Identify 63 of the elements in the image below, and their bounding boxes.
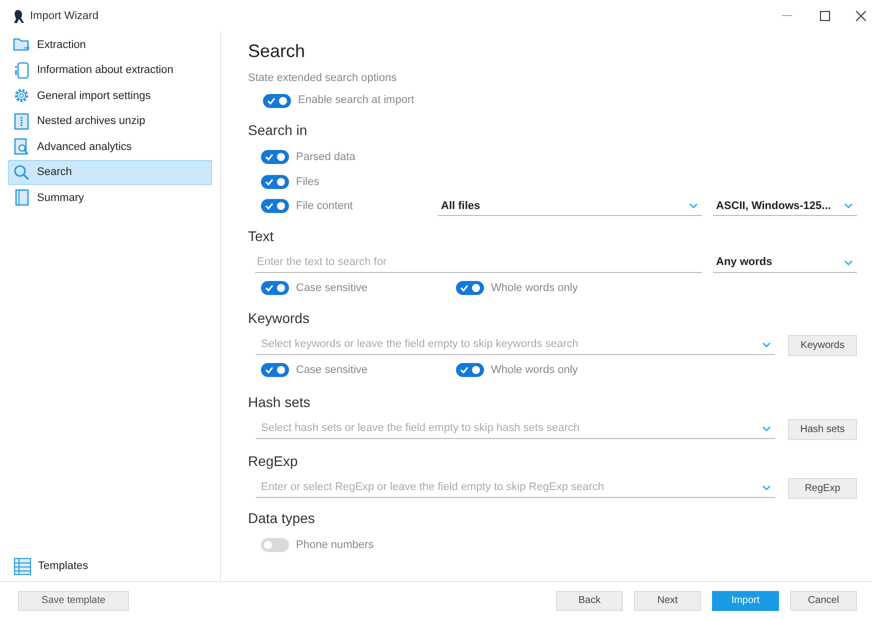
toggle-label: Files [296,174,320,190]
chevron-down-icon [762,426,771,432]
toggle-label: Whole words only [491,280,578,296]
toggle-label: Case sensitive [296,280,368,296]
section-heading: RegExp [248,452,299,471]
dropdown[interactable]: All files [438,196,702,216]
window-title: Import Wizard [30,8,98,24]
chevron-down-icon [844,202,853,209]
toggle-label: Enable search at import [298,93,414,108]
document-search-icon [13,138,30,156]
toggle-label: File content [296,199,353,214]
chevron-down-icon [689,202,698,209]
page-title: Search [248,40,306,63]
search-icon [13,164,30,181]
close-icon[interactable] [856,11,866,21]
sidebar-item[interactable]: Nested archives unzip [8,108,212,134]
section-button[interactable]: Hash sets [788,418,857,440]
toggle-switch[interactable] [261,174,289,189]
list-icon [14,558,31,574]
sidebar-item[interactable]: Information about extraction [8,58,212,83]
chevron-down-icon [844,260,853,266]
toggle-label: Case sensitive [296,362,368,378]
section-button[interactable]: RegExp [788,478,857,498]
toggle-switch[interactable] [456,281,484,295]
toggle-switch[interactable] [261,281,289,295]
toggle-switch[interactable] [261,538,289,552]
section-button[interactable]: Keywords [788,334,857,356]
toggle-label: Parsed data [296,150,356,165]
save-template-button[interactable]: Save template [18,590,129,610]
toggle-switch[interactable] [261,150,289,164]
chevron-down-icon [762,342,771,348]
maximize-icon[interactable] [820,11,830,21]
dropdown[interactable]: Any words [713,253,857,273]
section-heading: Hash sets [248,392,312,412]
section-heading: Keywords [248,308,310,328]
chevron-down-icon [762,484,771,490]
section-heading: Text [248,226,275,246]
archive-icon [13,112,30,130]
toggle-label: Whole words only [491,362,578,378]
footer-button[interactable]: Next [634,590,701,610]
toggle-switch[interactable] [261,199,289,214]
settings-icon [13,87,30,104]
folder-icon [13,36,30,54]
dropdown[interactable]: ASCII, Windows-125... [713,196,857,216]
templates-label[interactable]: Templates [38,558,88,574]
toggle-switch[interactable] [261,363,289,377]
toggle-switch[interactable] [263,94,291,108]
app-icon [14,10,24,22]
summary-icon [13,189,30,206]
sidebar-item[interactable]: Extraction [8,32,212,58]
sidebar-item[interactable]: General import settings [8,83,212,108]
footer-button[interactable]: Cancel [790,590,857,610]
section-heading: Data types [248,508,316,528]
sidebar-item[interactable]: Search [8,160,212,185]
sidebar-item[interactable]: Advanced analytics [8,134,212,160]
minimize-icon[interactable] [782,15,792,17]
toggle-switch[interactable] [456,363,484,377]
page-subtitle: State extended search options [248,70,398,86]
footer-button[interactable]: Back [556,590,623,610]
toggle-label: Phone numbers [296,538,374,553]
section-heading: Search in [248,121,308,140]
info-phone-icon [13,62,30,79]
sidebar-item[interactable]: Summary [8,185,212,210]
